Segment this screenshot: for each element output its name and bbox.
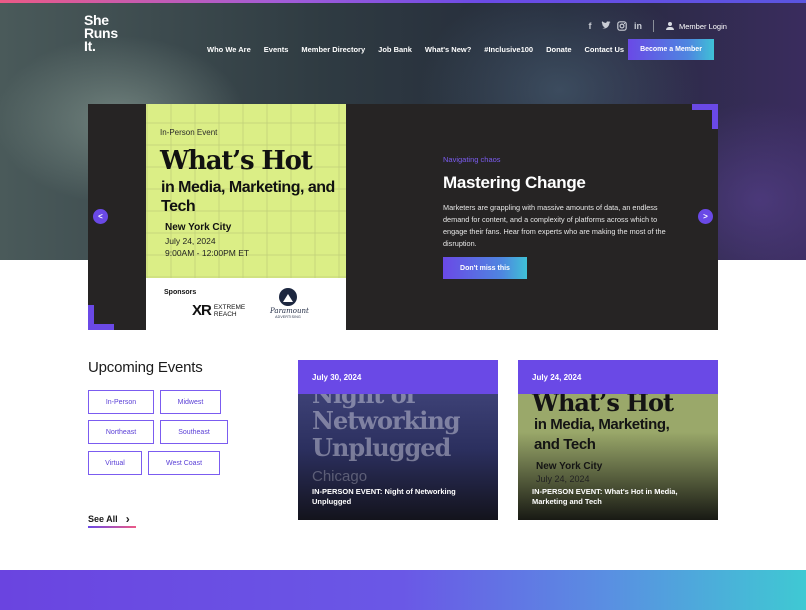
event-art-line-3: Unplugged [312,433,451,462]
upcoming-events-heading: Upcoming Events [88,359,203,376]
nav-job-bank[interactable]: Job Bank [378,45,412,54]
slider-corner-accent-bottom-left [88,305,114,330]
filter-in-person[interactable]: In-Person [88,390,154,414]
event-card-caption: IN-PERSON EVENT: What's Hot in Media, Ma… [532,487,678,506]
nav-whats-new[interactable]: What's New? [425,45,471,54]
event-art-date: July 24, 2024 [536,474,590,484]
filter-midwest[interactable]: Midwest [160,390,221,414]
social-links: f in Member Login [585,20,727,32]
xr-word-2: REACH [213,310,237,318]
slider-next-button[interactable]: > [698,209,713,224]
logo-line-3: It. [84,38,96,54]
nav-donate[interactable]: Donate [546,45,571,54]
linkedin-icon[interactable]: in [633,21,643,31]
top-accent-stripe [0,0,806,3]
xr-word-1: EXTREME [213,303,246,311]
paramount-name: Paramount [270,307,309,315]
paramount-logo: Paramount ADVERTISING [270,288,309,319]
event-card-whats-hot[interactable]: July 24, 2024 What’s Hot in Media, Marke… [518,360,718,520]
main-nav: Who We Are Events Member Directory Job B… [207,45,624,54]
poster-time: 9:00AM - 12:00PM ET [165,248,250,258]
event-card-networking[interactable]: July 30, 2024 Night of Networking Unplug… [298,360,498,520]
poster-subhead: in Media, Marketing, and Tech [161,179,335,215]
event-art-city: Chicago [312,468,368,485]
twitter-icon[interactable] [601,21,611,31]
site-logo[interactable]: She Runs It. [84,13,118,54]
become-member-button[interactable]: Become a Member [628,39,714,60]
slider-prev-button[interactable]: < [93,209,108,224]
nav-events[interactable]: Events [264,45,289,54]
dont-miss-button[interactable]: Don't miss this [443,257,527,279]
footer-gradient-band [0,570,806,610]
chevron-right-icon: › [125,512,130,526]
extreme-reach-logo: XR EXTREME REACH [192,302,245,319]
see-all-label: See All [88,514,118,524]
slide-eyebrow: Navigating chaos [443,155,501,164]
event-art-line-2: Networking [312,406,461,435]
filter-virtual[interactable]: Virtual [88,451,142,475]
nav-contact-us[interactable]: Contact Us [585,45,625,54]
sponsors-label: Sponsors [164,289,197,296]
xr-wordmark: EXTREME REACH [214,304,245,318]
see-all-underline [88,526,136,528]
poster-event-type: In-Person Event [160,128,218,137]
event-card-date: July 30, 2024 [298,360,498,394]
see-all-link[interactable]: See All › [88,512,130,526]
poster-date: July 24, 2024 [165,236,216,246]
nav-who-we-are[interactable]: Who We Are [207,45,251,54]
user-icon [666,22,674,30]
instagram-icon[interactable] [617,21,627,31]
slide-title: Mastering Change [443,173,586,192]
slider-corner-accent-top-right [692,104,718,129]
poster-art: In-Person Event What’s Hot in Media, Mar… [146,104,346,278]
poster-city: New York City [165,222,232,233]
paramount-sub: ADVERTISING [275,315,301,319]
facebook-icon[interactable]: f [585,21,595,31]
nav-member-directory[interactable]: Member Directory [301,45,365,54]
slide-description: Marketers are grappling with massive amo… [443,203,666,248]
event-card-date: July 24, 2024 [518,360,718,394]
xr-mark: XR [192,302,212,319]
filter-west-coast[interactable]: West Coast [148,451,220,475]
paramount-mountain-icon [279,288,297,306]
event-art-line-2: in Media, Marketing, [534,416,670,433]
member-login-label: Member Login [679,21,727,31]
poster-headline: What’s Hot [160,146,313,176]
event-card-caption: IN-PERSON EVENT: Night of Networking Unp… [312,487,456,506]
slide-text: Navigating chaos Mastering Change Market… [443,155,683,250]
member-login-link[interactable]: Member Login [666,22,727,31]
header-divider [653,20,654,32]
filter-northeast[interactable]: Northeast [88,420,154,444]
event-art-city: New York City [536,461,603,472]
event-art-line-3: and Tech [534,436,596,453]
filter-southeast[interactable]: Southeast [160,420,228,444]
slide-event-poster[interactable]: In-Person Event What’s Hot in Media, Mar… [146,104,346,330]
nav-inclusive100[interactable]: #Inclusive100 [484,45,533,54]
